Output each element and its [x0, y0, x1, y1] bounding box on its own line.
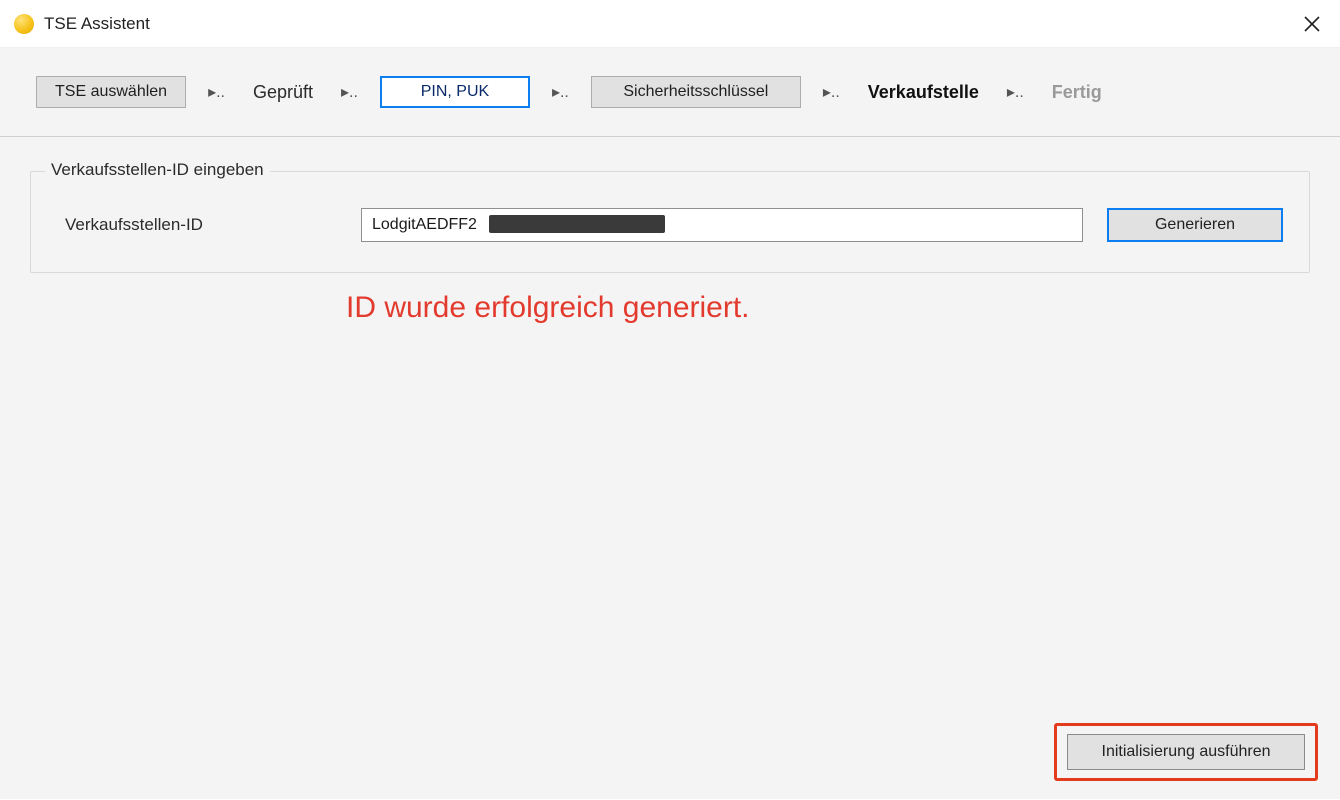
step-checked: Geprüft — [247, 82, 319, 103]
group-title: Verkaufsstellen-ID eingeben — [45, 160, 270, 180]
initialize-button[interactable]: Initialisierung ausführen — [1067, 734, 1305, 770]
step-separator-icon: ▸.. — [821, 82, 842, 102]
step-security-key[interactable]: Sicherheitsschlüssel — [591, 76, 801, 108]
content-area: Verkaufsstellen-ID eingeben Verkaufsstel… — [0, 137, 1340, 799]
step-pin-puk[interactable]: PIN, PUK — [380, 76, 530, 108]
titlebar: TSE Assistent — [0, 0, 1340, 48]
footer-actions: Initialisierung ausführen — [1054, 723, 1318, 781]
step-separator-icon: ▸.. — [206, 82, 227, 102]
window-title: TSE Assistent — [44, 14, 150, 34]
pos-id-label: Verkaufsstellen-ID — [57, 215, 337, 235]
close-button[interactable] — [1292, 4, 1332, 44]
wizard-steps-bar: TSE auswählen ▸.. Geprüft ▸.. PIN, PUK ▸… — [0, 48, 1340, 137]
step-done: Fertig — [1046, 82, 1108, 103]
highlight-rect: Initialisierung ausführen — [1054, 723, 1318, 781]
step-separator-icon: ▸.. — [1005, 82, 1026, 102]
generate-button[interactable]: Generieren — [1107, 208, 1283, 242]
status-message: ID wurde erfolgreich generiert. — [30, 291, 1310, 325]
step-separator-icon: ▸.. — [550, 82, 571, 102]
step-point-of-sale: Verkaufstelle — [862, 82, 985, 103]
close-icon — [1304, 16, 1320, 32]
step-select-tse[interactable]: TSE auswählen — [36, 76, 186, 108]
pos-id-input[interactable] — [361, 208, 1083, 242]
step-separator-icon: ▸.. — [339, 82, 360, 102]
group-pos-id: Verkaufsstellen-ID eingeben Verkaufsstel… — [30, 171, 1310, 273]
app-icon — [14, 14, 34, 34]
